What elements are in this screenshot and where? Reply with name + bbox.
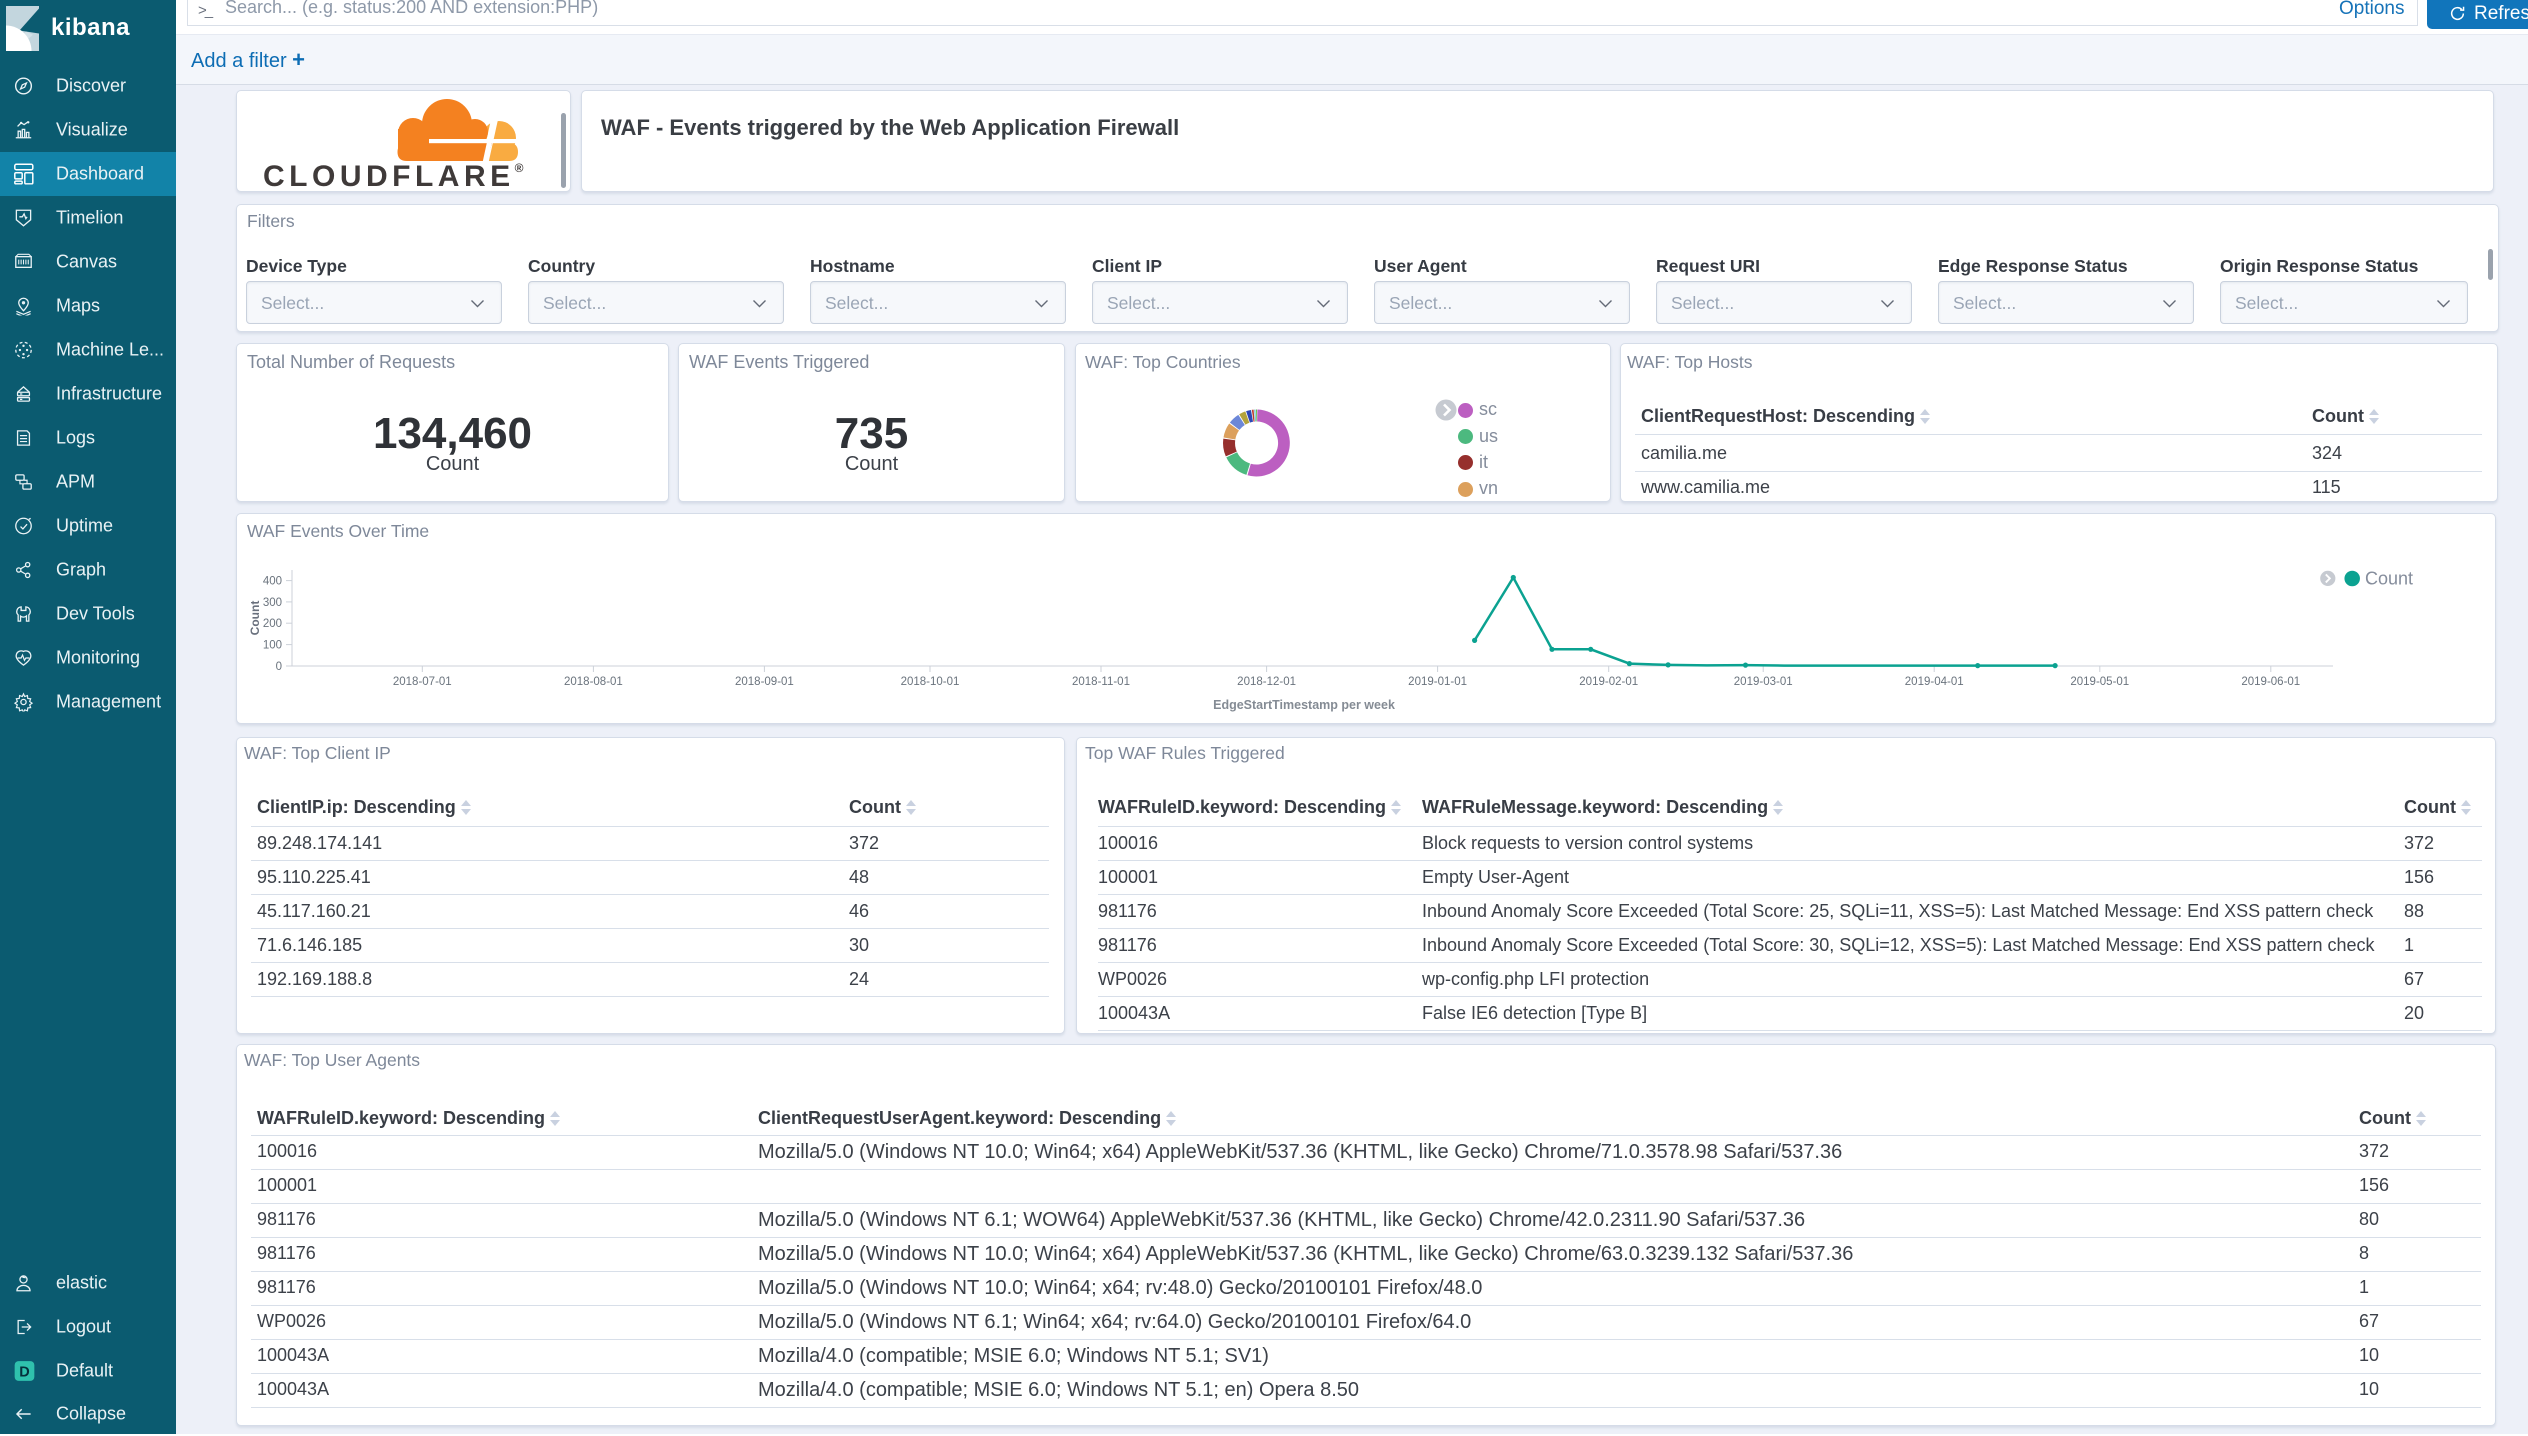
svg-text:2019-03-01: 2019-03-01 [1734, 676, 1793, 688]
svg-text:2019-02-01: 2019-02-01 [1579, 676, 1638, 688]
svg-text:2018-09-01: 2018-09-01 [735, 676, 794, 688]
svg-text:D: D [19, 1364, 29, 1380]
svg-text:2018-08-01: 2018-08-01 [564, 676, 623, 688]
svg-text:0: 0 [276, 661, 282, 673]
svg-text:2018-11-01: 2018-11-01 [1072, 676, 1130, 688]
svg-text:2018-07-01: 2018-07-01 [393, 676, 452, 688]
svg-text:2018-10-01: 2018-10-01 [901, 676, 960, 688]
svg-text:Count: Count [2365, 569, 2413, 589]
svg-text:300: 300 [263, 597, 282, 609]
svg-text:100: 100 [263, 640, 282, 652]
svg-text:2019-06-01: 2019-06-01 [2241, 676, 2300, 688]
svg-text:Count: Count [248, 601, 262, 636]
svg-text:400: 400 [263, 576, 282, 588]
svg-text:EdgeStartTimestamp per week: EdgeStartTimestamp per week [1213, 698, 1395, 712]
svg-text:2018-12-01: 2018-12-01 [1237, 676, 1296, 688]
svg-text:2019-01-01: 2019-01-01 [1408, 676, 1467, 688]
svg-text:2019-04-01: 2019-04-01 [1905, 676, 1964, 688]
svg-text:200: 200 [263, 618, 282, 630]
svg-text:2019-05-01: 2019-05-01 [2070, 676, 2129, 688]
